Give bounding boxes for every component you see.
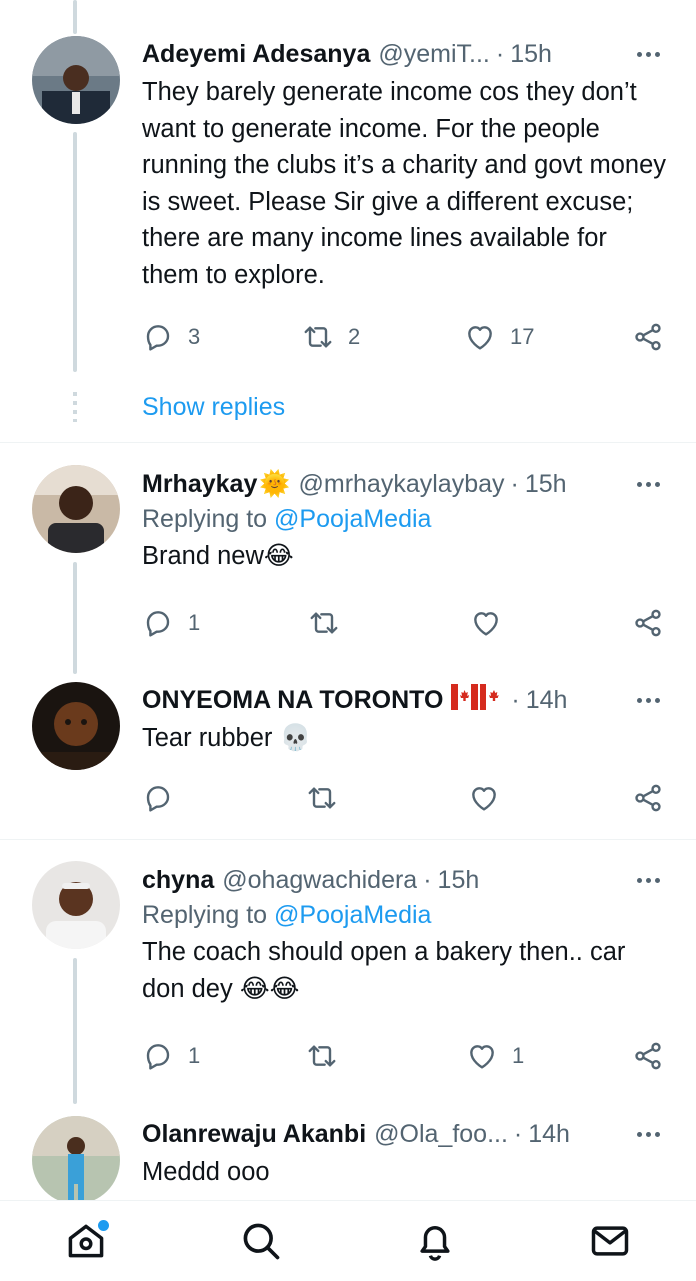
avatar[interactable] — [32, 36, 120, 124]
like-button[interactable]: 1 — [466, 1036, 524, 1076]
more-options-button[interactable] — [630, 684, 666, 716]
display-name[interactable]: ONYEOMA NA TORONTO — [142, 686, 443, 715]
heart-icon — [468, 326, 492, 350]
like-count: 1 — [512, 1043, 525, 1068]
retweet-icon — [308, 1045, 336, 1067]
reply-button[interactable]: 3 — [142, 317, 200, 357]
avatar[interactable] — [32, 682, 120, 770]
reply-button[interactable]: 1 — [142, 603, 200, 643]
share-button[interactable] — [632, 603, 664, 643]
replying-to-label: Replying to — [142, 505, 275, 533]
more-options-button[interactable] — [630, 864, 666, 896]
more-options-button[interactable] — [630, 1118, 666, 1150]
more-options-button[interactable] — [630, 38, 666, 70]
user-handle[interactable]: @mrhaykaylaybay — [299, 470, 505, 499]
separator: · — [423, 865, 432, 894]
tweet[interactable]: Mrhaykay 🌞 @mrhaykaylaybay · 15h Replyin… — [0, 443, 696, 669]
timestamp[interactable]: 14h — [526, 686, 568, 715]
tweet-text: Tear rubber 💀 — [142, 724, 312, 752]
separator: · — [511, 685, 520, 714]
reply-button[interactable]: 1 — [142, 1036, 200, 1076]
sun-emoji-badge: 🌞 — [259, 469, 291, 498]
mention-link[interactable]: @PoojaMedia — [274, 901, 431, 929]
retweet-button[interactable] — [308, 603, 340, 643]
like-count: 17 — [510, 324, 535, 349]
display-name[interactable]: Olanrewaju Akanbi — [142, 1120, 366, 1149]
tweet[interactable]: chyna @ohagwachidera · 15h Replying to @… — [0, 840, 696, 1104]
avatar[interactable] — [32, 861, 120, 949]
reply-icon — [146, 325, 170, 351]
avatar[interactable] — [32, 1116, 120, 1200]
retweet-icon — [310, 612, 338, 634]
timestamp[interactable]: 14h — [528, 1120, 570, 1149]
timestamp[interactable]: 15h — [525, 470, 567, 499]
share-icon — [635, 1042, 661, 1070]
reply-count: 1 — [188, 610, 201, 635]
new-content-dot — [98, 1220, 109, 1231]
share-button[interactable] — [632, 778, 664, 818]
separator: · — [510, 469, 519, 498]
retweet-button[interactable] — [306, 778, 338, 818]
retweet-icon — [308, 787, 336, 809]
replying-to-line: Replying to @PoojaMedia — [142, 505, 666, 534]
heart-icon — [470, 1045, 494, 1069]
display-name[interactable]: Adeyemi Adesanya — [142, 40, 370, 69]
tweet-text: They barely generate income cos they don… — [142, 78, 666, 289]
retweet-count: 2 — [348, 324, 361, 349]
reply-icon — [146, 611, 170, 637]
notifications-icon — [420, 1226, 450, 1261]
reply-count: 3 — [188, 324, 201, 349]
display-name[interactable]: Mrhaykay — [142, 470, 257, 499]
canada-flag-icon — [451, 683, 506, 710]
like-button[interactable] — [470, 603, 502, 643]
share-icon — [635, 323, 661, 351]
canada-flag-badge — [451, 683, 506, 717]
user-handle[interactable]: @Ola_foo... — [374, 1120, 508, 1149]
search-icon — [243, 1223, 280, 1260]
share-icon — [635, 784, 661, 812]
tweet[interactable]: Olanrewaju Akanbi @Ola_foo... · 14h Medd… — [0, 1104, 696, 1200]
tweet[interactable]: ONYEOMA NA TORONTO · 14h Tear rubber 💀 — [0, 669, 696, 839]
reply-icon — [146, 1044, 170, 1070]
retweet-icon — [304, 326, 332, 348]
messages-icon — [591, 1226, 629, 1256]
timestamp[interactable]: 15h — [438, 866, 480, 895]
user-handle[interactable]: @ohagwachidera — [222, 866, 417, 895]
share-button[interactable] — [632, 317, 664, 357]
separator: · — [513, 1119, 523, 1148]
reply-icon — [146, 786, 170, 812]
avatar[interactable] — [32, 465, 120, 553]
share-icon — [635, 609, 661, 637]
retweet-button[interactable]: 2 — [302, 317, 360, 357]
like-button[interactable]: 17 — [464, 317, 534, 357]
reply-feed: Adeyemi Adesanya @yemiT... · 15h They ba… — [0, 0, 696, 1200]
mention-link[interactable]: @PoojaMedia — [274, 505, 431, 533]
heart-icon — [474, 612, 498, 636]
tab-messages[interactable] — [586, 1217, 634, 1265]
replying-to-line: Replying to @PoojaMedia — [142, 901, 666, 930]
bottom-tab-bar — [0, 1200, 696, 1281]
retweet-button[interactable] — [306, 1036, 338, 1076]
user-handle[interactable]: @yemiT... — [378, 40, 490, 69]
more-options-button[interactable] — [630, 468, 666, 500]
timestamp[interactable]: 15h — [510, 40, 552, 69]
tweet[interactable]: Adeyemi Adesanya @yemiT... · 15h They ba… — [0, 0, 696, 442]
like-button[interactable] — [468, 778, 500, 818]
tweet-text: Meddd ooo — [142, 1158, 270, 1186]
reply-button[interactable] — [142, 778, 174, 818]
replying-to-label: Replying to — [142, 901, 275, 929]
tweet-text: Brand new😂 — [142, 542, 294, 570]
reply-count: 1 — [188, 1043, 201, 1068]
display-name[interactable]: chyna — [142, 866, 214, 895]
tweet-text: The coach should open a bakery then.. ca… — [142, 938, 626, 1003]
tab-notifications[interactable] — [411, 1217, 459, 1265]
tab-search[interactable] — [237, 1217, 285, 1265]
show-replies-link[interactable]: Show replies — [142, 393, 285, 422]
share-button[interactable] — [632, 1036, 664, 1076]
separator: · — [495, 39, 505, 68]
heart-icon — [472, 787, 496, 811]
